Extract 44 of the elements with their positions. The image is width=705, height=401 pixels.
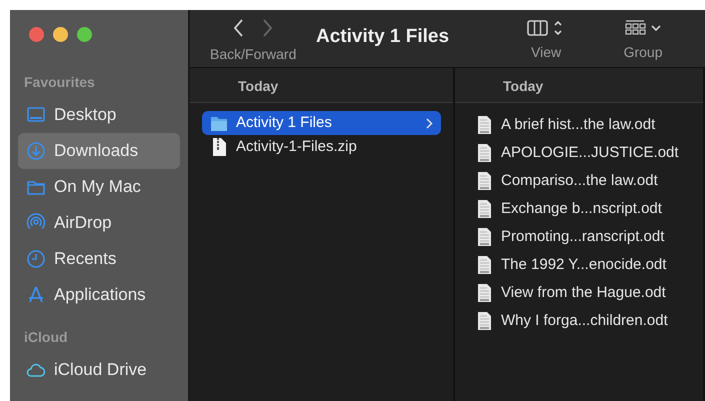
file-item[interactable]: Promoting...ranscript.odt [467,223,691,251]
column-heading: Today [190,68,453,103]
toolbar-label: Group [624,43,663,62]
file-item[interactable]: Exchange b...nscript.odt [467,195,691,223]
window-title: Activity 1 Files [316,25,450,49]
file-item[interactable]: Activity 1 Files [202,111,441,135]
sidebar-item[interactable]: Applications [18,277,180,313]
sidebar-item[interactable]: Desktop [18,97,180,133]
applications-icon [26,285,46,305]
desktop-icon [26,105,46,125]
file-item[interactable]: APOLOGIE...JUSTICE.odt [467,139,691,167]
document-file-icon [475,255,493,275]
sidebar-item[interactable]: Downloads [18,133,180,169]
file-item[interactable]: Why I forga...children.odt [467,307,691,335]
back-icon[interactable] [234,19,244,37]
forward-icon[interactable] [262,19,272,37]
close-button[interactable] [29,27,44,42]
download-icon [26,141,46,161]
file-item[interactable]: Compariso...the law.odt [467,167,691,195]
document-file-icon [475,143,493,163]
document-file-icon [475,115,493,135]
sidebar-heading: iCloud [24,328,69,347]
zip-file-icon [210,137,228,157]
sidebar-item[interactable]: Recents [18,241,180,277]
clock-icon [26,249,46,269]
zoom-button[interactable] [77,27,92,42]
document-file-icon [475,171,493,191]
toolbar-label: Back/Forward [210,45,298,64]
document-file-icon [475,311,493,331]
file-item[interactable]: Activity-1-Files.zip [202,135,441,159]
sidebar-item[interactable]: AirDrop [18,205,180,241]
toolbar-label: View [531,43,562,62]
sidebar-item[interactable]: On My Mac [18,169,180,205]
minimize-button[interactable] [53,27,68,42]
document-file-icon [475,227,493,247]
sidebar-heading: Favourites [24,73,96,92]
file-item[interactable]: A brief hist...the law.odt [467,111,691,139]
file-item[interactable]: The 1992 Y...enocide.odt [467,251,691,279]
sidebar-item[interactable]: iCloud Drive [18,352,180,388]
document-file-icon [475,199,493,219]
document-file-icon [475,283,493,303]
chevron-icon [426,118,433,128]
file-item[interactable]: View from the Hague.odt [467,279,691,307]
column-heading: Today [455,68,703,103]
